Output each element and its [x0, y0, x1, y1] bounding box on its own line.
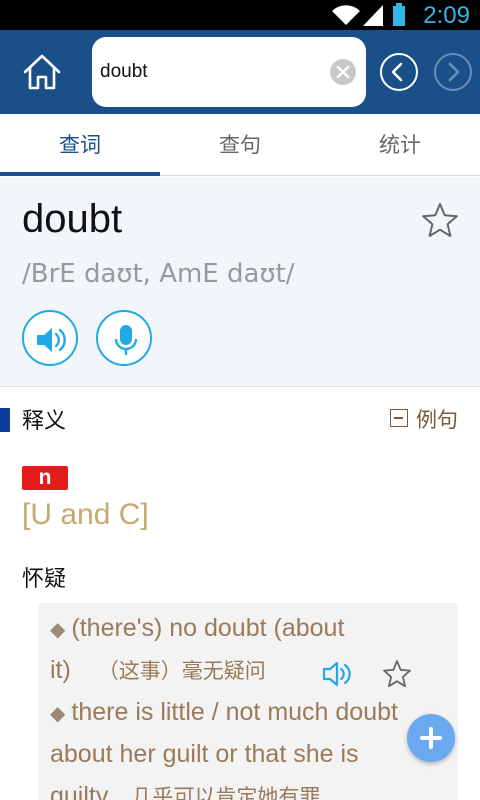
tab-statistics[interactable]: 统计: [320, 114, 480, 176]
back-button[interactable]: [380, 53, 418, 91]
meaning: 怀疑: [22, 567, 67, 592]
tab-bar: 查词 查句 统计: [0, 114, 480, 176]
active-tab-indicator: [0, 172, 160, 176]
phonetic: /BrE daʊt, AmE daʊt/: [22, 259, 295, 289]
wifi-icon: [332, 5, 360, 26]
back-icon: [391, 62, 403, 82]
battery-icon: [393, 3, 405, 26]
example-2-en-3: guilty: [50, 782, 109, 800]
microphone-icon: [114, 325, 138, 355]
examples-toggle-label: 例句: [416, 408, 458, 432]
search-input[interactable]: [100, 57, 320, 87]
example-2-cn: 几乎可以肯定她有罪: [131, 785, 321, 800]
headword: doubt: [22, 197, 123, 241]
example-2-line-2: about her guilt or that she is: [50, 733, 359, 775]
clear-icon[interactable]: [330, 59, 356, 85]
example-1-line-1: ◆ (there's) no doubt (about: [50, 607, 344, 651]
examples-toggle[interactable]: 例句: [388, 404, 468, 434]
home-icon[interactable]: [20, 52, 64, 92]
diamond-icon: ◆: [50, 619, 66, 641]
clock: 2:09: [423, 2, 470, 29]
examples-box: ◆ (there's) no doubt (about it) （这事）毫无疑问 …: [38, 603, 458, 800]
example-1-line-2: it) （这事）毫无疑问: [50, 649, 266, 692]
star-icon[interactable]: [382, 659, 412, 689]
example-2-line-1: ◆ there is little / not much doubt: [50, 691, 398, 735]
example-1-cn: （这事）毫无疑问: [97, 659, 266, 683]
speaker-icon[interactable]: [322, 659, 358, 689]
example-2-line-3: guilty 几乎可以肯定她有罪: [50, 775, 320, 800]
add-button[interactable]: [407, 714, 455, 762]
word-header: doubt /BrE daʊt, AmE daʊt/: [0, 177, 480, 387]
part-of-speech-badge: n: [22, 466, 68, 490]
diamond-icon: ◆: [50, 703, 66, 725]
signal-icon: [363, 5, 383, 26]
tab-sentence-lookup[interactable]: 查句: [160, 114, 320, 176]
grammar-note: [U and C]: [22, 498, 149, 531]
example-2-en-2: about her guilt or that she is: [50, 740, 359, 768]
example-1-en-1: (there's) no doubt (about: [71, 614, 345, 642]
pronounce-button[interactable]: [22, 310, 78, 366]
example-2-en-1: there is little / not much doubt: [71, 698, 398, 726]
example-1-en-2: it): [50, 656, 71, 684]
top-bar: [0, 30, 480, 114]
star-icon[interactable]: [420, 201, 460, 239]
section-marker: [0, 408, 10, 432]
tab-word-lookup[interactable]: 查词: [0, 114, 160, 176]
section-title: 释义: [22, 409, 67, 434]
collapse-icon: [390, 409, 408, 427]
search-box: [92, 37, 366, 107]
status-bar: 2:09: [0, 0, 480, 30]
forward-button[interactable]: [434, 53, 472, 91]
speaker-icon: [37, 328, 66, 352]
forward-icon: [448, 62, 460, 82]
record-button[interactable]: [96, 310, 152, 366]
